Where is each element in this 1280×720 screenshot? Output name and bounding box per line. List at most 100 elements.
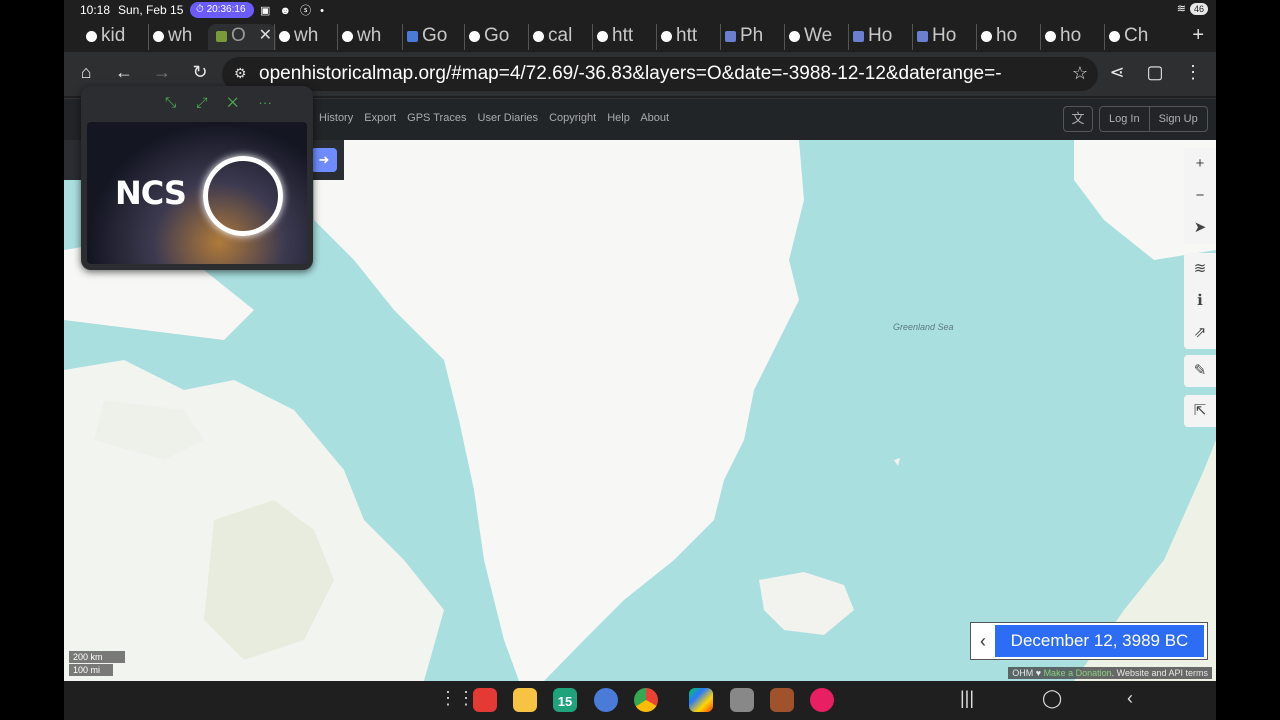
- system-icons: ≋ 46: [1177, 2, 1208, 15]
- query-features-icon[interactable]: ⇱: [1184, 395, 1216, 427]
- tab-favicon-icon: [725, 31, 736, 42]
- nav-export[interactable]: Export: [364, 112, 396, 124]
- more-icon[interactable]: ⋯: [258, 94, 292, 110]
- ohm-favicon-icon: [216, 31, 227, 42]
- translate-icon[interactable]: 文: [1063, 106, 1093, 132]
- tab-favicon-icon: [279, 31, 290, 42]
- tab-favicon-icon: [407, 31, 418, 42]
- address-bar[interactable]: ⚙ openhistoricalmap.org/#map=4/72.69/-36…: [222, 57, 1098, 91]
- expand-icon[interactable]: ⤢: [196, 94, 227, 110]
- signup-button[interactable]: Sign Up: [1148, 107, 1207, 131]
- directions-icon[interactable]: ➜: [311, 148, 337, 172]
- messages-app-icon[interactable]: [594, 688, 618, 712]
- recents-icon[interactable]: |||: [960, 688, 974, 709]
- reload-icon[interactable]: ↻: [188, 62, 212, 83]
- tab[interactable]: wh: [148, 24, 205, 50]
- calendar-app-icon[interactable]: 15: [553, 688, 577, 712]
- glowing-ring: [203, 156, 283, 236]
- tab[interactable]: wh: [337, 24, 392, 50]
- add-note-icon[interactable]: ✎: [1184, 355, 1216, 387]
- new-tab-button[interactable]: +: [1192, 24, 1204, 47]
- chevron-left-icon[interactable]: ‹: [971, 623, 995, 659]
- share-icon[interactable]: ⋖: [1105, 62, 1129, 83]
- tab-favicon-icon: [469, 31, 480, 42]
- query-tool: ⇱: [1184, 395, 1216, 427]
- jan-mayen: [894, 458, 900, 466]
- back-nav-icon[interactable]: ‹: [1127, 688, 1133, 709]
- app-drawer-icon[interactable]: ⋮⋮: [439, 688, 475, 709]
- tab[interactable]: We: [784, 24, 839, 50]
- tab-favicon-icon: [853, 31, 864, 42]
- tab[interactable]: Ph: [720, 24, 775, 50]
- app-icon-red[interactable]: [473, 688, 497, 712]
- tab-favicon-icon: [917, 31, 928, 42]
- tab-favicon-icon: [533, 31, 544, 42]
- nav-gps-traces[interactable]: GPS Traces: [407, 112, 466, 124]
- close-icon[interactable]: ✕: [227, 94, 258, 110]
- login-button[interactable]: Log In: [1100, 107, 1149, 131]
- close-tab-icon[interactable]: ✕: [259, 24, 272, 48]
- date-value[interactable]: December 12, 3989 BC: [995, 625, 1204, 657]
- scale-km: 200 km: [69, 651, 125, 663]
- tab[interactable]: Go: [402, 24, 457, 50]
- scale-mi: 100 mi: [69, 664, 113, 676]
- tab[interactable]: ho: [1040, 24, 1095, 50]
- share-map-icon[interactable]: ⇗: [1184, 317, 1216, 349]
- tab[interactable]: Ho: [912, 24, 967, 50]
- nav-about[interactable]: About: [640, 112, 669, 124]
- timer-pill[interactable]: ⏱ 20:36:16: [190, 2, 254, 18]
- site-nav: History Export GPS Traces User Diaries C…: [319, 112, 677, 124]
- tab[interactable]: ho: [976, 24, 1031, 50]
- layers-icon[interactable]: ≋: [1184, 253, 1216, 285]
- note-tool: ✎: [1184, 355, 1216, 387]
- back-icon[interactable]: ←: [112, 62, 136, 83]
- home-icon[interactable]: ⌂: [74, 62, 98, 83]
- tab[interactable]: Ho: [848, 24, 903, 50]
- tab[interactable]: cal: [528, 24, 583, 50]
- chrome-app-icon[interactable]: [634, 688, 658, 712]
- tab[interactable]: kid: [86, 24, 134, 50]
- tab-active[interactable]: O ✕: [208, 24, 276, 50]
- play-store-icon[interactable]: [689, 688, 713, 712]
- tab-favicon-icon: [597, 31, 608, 42]
- game-app-icon[interactable]: [730, 688, 754, 712]
- forward-icon[interactable]: →: [150, 62, 174, 83]
- bookmark-star-icon[interactable]: ☆: [1072, 63, 1088, 84]
- terms-link[interactable]: . Website and API terms: [1112, 668, 1208, 678]
- menu-icon[interactable]: ⋮: [1181, 62, 1205, 83]
- info-icon[interactable]: ℹ: [1184, 285, 1216, 317]
- nav-history[interactable]: History: [319, 112, 353, 124]
- tab-switcher-icon[interactable]: ▢: [1143, 62, 1167, 83]
- home-nav-icon[interactable]: ◯: [1042, 688, 1062, 709]
- site-settings-icon[interactable]: ⚙: [234, 65, 247, 82]
- date-control: ‹ December 12, 3989 BC: [970, 622, 1208, 660]
- status-bar: 10:18 Sun, Feb 15 ⏱ 20:36:16 ▣ ☻ ⓢ • ≋ 46: [64, 0, 1216, 20]
- collapse-icon[interactable]: ⤡: [165, 94, 196, 110]
- pip-window[interactable]: ⤡⤢✕⋯ NCS: [81, 86, 313, 270]
- tab-favicon-icon: [661, 31, 672, 42]
- nav-user-diaries[interactable]: User Diaries: [478, 112, 539, 124]
- tab[interactable]: wh: [274, 24, 329, 50]
- game-app-icon-2[interactable]: [770, 688, 794, 712]
- tab[interactable]: Ch: [1104, 24, 1159, 50]
- app-icon-folder[interactable]: [513, 688, 537, 712]
- tab[interactable]: htt: [592, 24, 647, 50]
- donate-link[interactable]: Make a Donation: [1044, 668, 1112, 678]
- tab-favicon-icon: [1109, 31, 1120, 42]
- auth-buttons: Log In Sign Up: [1099, 106, 1208, 132]
- tab-strip: kid wh O ✕ wh wh Go Go cal htt htt Ph We …: [64, 20, 1216, 52]
- tab[interactable]: Go: [464, 24, 519, 50]
- pip-controls: ⤡⤢✕⋯: [165, 94, 292, 111]
- zoom-in-icon[interactable]: +: [1184, 148, 1216, 180]
- zoom-out-icon[interactable]: −: [1184, 180, 1216, 212]
- pip-video[interactable]: NCS: [87, 122, 307, 264]
- nav-help[interactable]: Help: [607, 112, 630, 124]
- flower-app-icon[interactable]: [810, 688, 834, 712]
- iceland: [759, 572, 854, 635]
- nav-copyright[interactable]: Copyright: [549, 112, 596, 124]
- locate-icon[interactable]: ➤: [1184, 212, 1216, 244]
- notification-icons: ▣ ☻ ⓢ •: [260, 5, 327, 17]
- zoom-controls: + − ➤: [1184, 148, 1216, 244]
- tab[interactable]: htt: [656, 24, 711, 50]
- url-text[interactable]: openhistoricalmap.org/#map=4/72.69/-36.8…: [259, 63, 1059, 85]
